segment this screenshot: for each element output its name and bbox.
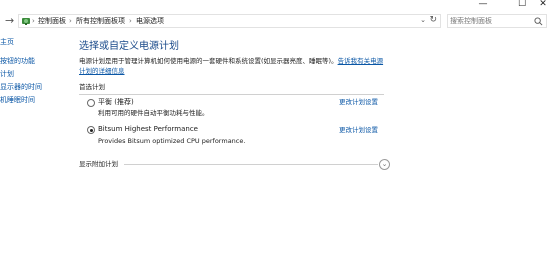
divider [124,164,378,165]
minimize-button[interactable]: — [470,0,496,10]
plan-description-balanced: 利用可用的硬件自动平衡功耗与性能。 [98,109,209,117]
refresh-icon[interactable]: ↻ [429,15,437,26]
sidebar-item-home[interactable]: 主页 [0,38,14,47]
page-description: 电源计划是用于管理计算机如何使用电源的一套硬件和系统设置(如显示器亮度、睡眠等)… [79,56,384,76]
title-bar: — ☐ ✕ [0,0,550,10]
search-input[interactable] [450,16,530,26]
divider [79,94,384,95]
description-text: 电源计划是用于管理计算机如何使用电源的一套硬件和系统设置(如显示器亮度、睡眠等)… [79,57,338,65]
radio-selected-icon [89,128,93,132]
change-plan-settings-link-bitsum[interactable]: 更改计划设置 [339,126,378,135]
show-additional-plans-label[interactable]: 显示附加计划 [79,160,118,169]
chevron-down-icon: ⌄ [381,160,388,168]
plan-name-bitsum[interactable]: Bitsum Highest Performance [98,125,198,134]
back-arrow-icon[interactable]: → [5,14,14,27]
breadcrumb-power-options[interactable]: 电源选项 [136,17,164,26]
address-bar[interactable]: › 控制面板 › 所有控制面板项 › 电源选项 ⌄ ↻ [18,14,441,28]
change-plan-settings-link-balanced[interactable]: 更改计划设置 [339,98,378,107]
chevron-down-icon[interactable]: ⌄ [420,16,426,24]
chevron-right-icon: › [69,17,72,25]
address-bar-row: → › 控制面板 › 所有控制面板项 › 电源选项 ⌄ ↻ [0,10,550,32]
maximize-icon: ☐ [517,0,527,9]
sidebar-item-sleep-time[interactable]: 机睡眠时间 [0,96,35,105]
control-panel-icon [22,18,30,25]
chevron-right-icon: › [32,17,35,25]
plan-description-bitsum: Provides Bitsum optimized CPU performanc… [98,137,246,145]
preferred-plans-label: 首选计划 [79,83,105,91]
plan-radio-bitsum[interactable] [87,126,95,134]
sidebar-item-create-plan[interactable]: 计划 [0,70,14,79]
plan-radio-balanced[interactable] [87,99,95,107]
sidebar-item-power-buttons[interactable]: 按钮的功能 [0,57,35,66]
breadcrumb-control-panel[interactable]: 控制面板 [38,17,66,26]
close-icon: ✕ [539,0,547,9]
minimize-icon: — [478,0,488,9]
page-title: 选择或自定义电源计划 [79,41,179,52]
plan-name-balanced[interactable]: 平衡 (推荐) [98,98,134,107]
search-box[interactable] [447,14,547,28]
close-button[interactable]: ✕ [536,0,550,10]
expand-additional-plans-button[interactable]: ⌄ [379,159,390,170]
search-icon[interactable] [534,17,543,26]
breadcrumb-all-items[interactable]: 所有控制面板项 [76,17,125,26]
maximize-button[interactable]: ☐ [509,0,535,10]
sidebar-item-display-off[interactable]: 显示器的时间 [0,83,42,92]
chevron-right-icon: › [129,17,132,25]
